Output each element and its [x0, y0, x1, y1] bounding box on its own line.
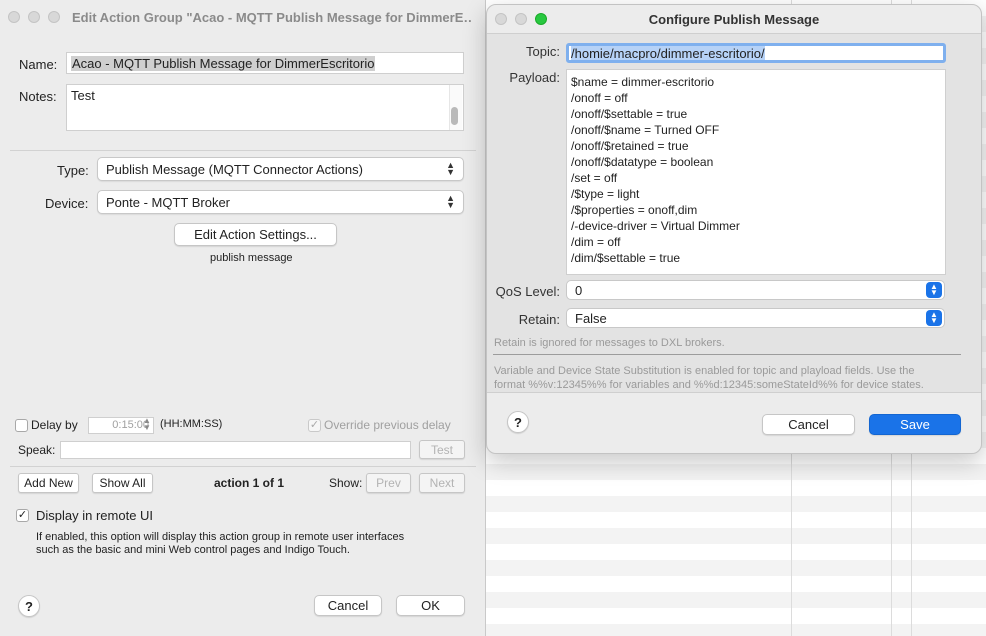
sheet-body: Topic: /homie/macpro/dimmer-escritorio/ …	[487, 33, 981, 393]
device-select[interactable]: Ponte - MQTT Broker ▲ ▼	[97, 190, 464, 214]
retain-select[interactable]: False ▲ ▼	[566, 308, 945, 328]
override-label: Override previous delay	[324, 418, 451, 432]
payload-label: Payload:	[509, 70, 560, 85]
notes-textarea[interactable]: Test	[66, 84, 464, 131]
type-label: Type:	[57, 163, 89, 178]
notes-scrollbar-track[interactable]	[449, 85, 462, 130]
qos-select[interactable]: 0 ▲ ▼	[566, 280, 945, 300]
device-label: Device:	[45, 196, 89, 211]
left-titlebar: Edit Action Group "Acao - MQTT Publish M…	[0, 0, 485, 34]
display-remote-desc-1: If enabled, this option will display thi…	[36, 531, 405, 543]
payload-textarea[interactable]: $name = dimmer-escritorio /onoff = off /…	[566, 69, 946, 275]
show-all-button[interactable]: Show All	[92, 473, 153, 493]
edit-action-settings-button[interactable]: Edit Action Settings...	[174, 223, 337, 246]
payload-line: /$type = light	[571, 187, 640, 201]
show-label: Show:	[329, 476, 363, 490]
name-label: Name:	[19, 57, 58, 72]
display-remote-label: Display in remote UI	[36, 508, 154, 523]
action-counter: action 1 of 1	[214, 476, 285, 490]
payload-line: /-device-driver = Virtual Dimmer	[571, 219, 740, 233]
retain-value: False	[575, 310, 607, 326]
window-title: Edit Action Group "Acao - MQTT Publish M…	[72, 9, 472, 25]
payload-line: /onoff = off	[571, 91, 628, 105]
prev-button[interactable]: Prev	[366, 473, 411, 493]
help-button[interactable]: ?	[507, 411, 529, 433]
topic-label: Topic:	[526, 44, 560, 59]
add-new-button[interactable]: Add New	[18, 473, 79, 493]
override-checkbox[interactable]: ✓	[308, 419, 321, 432]
close-window-button[interactable]	[8, 11, 20, 23]
payload-line: $name = dimmer-escritorio	[571, 75, 715, 89]
topic-value: /homie/macpro/dimmer-escritorio/	[571, 46, 765, 61]
payload-line: /$properties = onoff,dim	[571, 203, 698, 217]
type-value: Publish Message (MQTT Connector Actions)	[106, 161, 363, 177]
divider	[493, 354, 961, 355]
payload-line: /onoff/$name = Turned OFF	[571, 123, 720, 137]
action-summary: publish message	[210, 252, 293, 264]
payload-line: /onoff/$retained = true	[571, 139, 689, 153]
topic-field[interactable]: /homie/macpro/dimmer-escritorio/	[566, 43, 946, 63]
next-button[interactable]: Next	[419, 473, 465, 493]
payload-line: /set = off	[571, 171, 618, 185]
updown-chevron-icon: ▲ ▼	[446, 160, 455, 177]
edit-action-group-window: Edit Action Group "Acao - MQTT Publish M…	[0, 0, 486, 636]
updown-chevron-icon: ▲ ▼	[926, 282, 942, 298]
updown-chevron-icon: ▲ ▼	[926, 310, 942, 326]
ok-button[interactable]: OK	[396, 595, 465, 616]
zoom-window-button[interactable]	[48, 11, 60, 23]
speak-label: Speak:	[18, 443, 56, 457]
name-field[interactable]: Acao - MQTT Publish Message for DimmerEs…	[66, 52, 464, 74]
minimize-window-button[interactable]	[28, 11, 40, 23]
divider	[10, 466, 476, 467]
retain-note: Retain is ignored for messages to DXL br…	[494, 337, 725, 349]
test-button[interactable]: Test	[419, 440, 465, 459]
delay-checkbox[interactable]	[15, 419, 28, 432]
configure-publish-message-window: Configure Publish Message Topic: /homie/…	[486, 4, 982, 454]
qos-label: QoS Level:	[495, 284, 560, 299]
divider	[10, 150, 476, 151]
speak-field[interactable]	[60, 441, 411, 459]
type-select[interactable]: Publish Message (MQTT Connector Actions)…	[97, 157, 464, 181]
save-button[interactable]: Save	[869, 414, 961, 435]
display-remote-desc-2: such as the basic and mini Web control p…	[36, 544, 350, 556]
delay-label: Delay by	[31, 418, 78, 432]
delay-stepper-icon[interactable]: ▲ ▼	[143, 417, 151, 432]
cancel-button[interactable]: Cancel	[762, 414, 855, 435]
notes-value: Test	[71, 88, 95, 103]
notes-scrollbar-thumb[interactable]	[451, 107, 458, 125]
help-button[interactable]: ?	[18, 595, 40, 617]
display-remote-checkbox[interactable]: ✓	[16, 509, 29, 522]
payload-line: /dim/$settable = true	[571, 251, 681, 265]
delay-format-label: (HH:MM:SS)	[160, 418, 223, 430]
cancel-button[interactable]: Cancel	[314, 595, 382, 616]
device-value: Ponte - MQTT Broker	[106, 194, 231, 210]
substitution-note-1: Variable and Device State Substitution i…	[494, 365, 915, 377]
window-title: Configure Publish Message	[648, 12, 820, 27]
substitution-note-2: format %%v:12345%% for variables and %%d…	[494, 379, 924, 391]
qos-value: 0	[575, 282, 583, 298]
name-value: Acao - MQTT Publish Message for DimmerEs…	[71, 56, 376, 71]
payload-line: /onoff/$settable = true	[571, 107, 688, 121]
updown-chevron-icon: ▲ ▼	[446, 193, 455, 210]
payload-line: /dim = off	[571, 235, 621, 249]
retain-label: Retain:	[518, 312, 560, 327]
notes-label: Notes:	[19, 89, 57, 104]
payload-line: /onoff/$datatype = boolean	[571, 155, 714, 169]
